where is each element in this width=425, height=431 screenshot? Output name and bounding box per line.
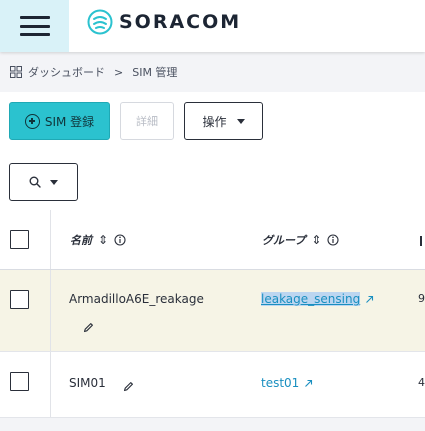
column-group-label: グループ (262, 234, 306, 247)
sim-register-button[interactable]: SIM 登録 (9, 102, 110, 140)
external-link-icon (366, 295, 374, 303)
edit-name-button[interactable] (123, 377, 134, 396)
group-link[interactable]: test01 (261, 376, 313, 390)
table-row[interactable]: ArmadilloA6E_reakage leakage_sensing 9 (0, 270, 425, 352)
group-link-text[interactable]: test01 (261, 376, 299, 390)
column-header-group[interactable]: グループ ⇕ (262, 232, 339, 248)
logo[interactable]: SORACOM (87, 9, 241, 35)
pencil-icon (123, 382, 133, 392)
edit-name-button[interactable] (83, 318, 94, 337)
sort-icon[interactable]: ⇕ (311, 233, 321, 247)
detail-button[interactable]: 詳細 (120, 102, 174, 140)
row-check-cell (0, 270, 51, 351)
chevron-down-icon (236, 118, 245, 124)
pencil-icon (83, 323, 93, 333)
select-all-checkbox[interactable] (10, 230, 29, 249)
menu-button[interactable] (0, 0, 69, 52)
row-checkbox[interactable] (10, 372, 29, 391)
header-check-cell (0, 210, 51, 269)
table-header-row: 名前 ⇕ グループ ⇕ (0, 210, 425, 270)
sim-register-label: SIM 登録 (44, 114, 95, 129)
column-header-truncated (420, 236, 422, 246)
chevron-down-icon (50, 179, 58, 185)
info-icon[interactable] (114, 234, 126, 246)
group-link[interactable]: leakage_sensing (261, 292, 374, 306)
detail-label: 詳細 (136, 115, 158, 128)
search-dropdown-button[interactable] (9, 163, 78, 201)
column-name-label: 名前 (70, 234, 92, 247)
row-checkbox[interactable] (10, 290, 29, 309)
group-link-text[interactable]: leakage_sensing (261, 292, 361, 306)
soracom-logo-icon (87, 9, 113, 35)
search-icon (29, 176, 41, 188)
action-dropdown-button[interactable]: 操作 (184, 102, 263, 140)
info-icon[interactable] (327, 234, 339, 246)
column-header-name[interactable]: 名前 ⇕ (70, 232, 126, 248)
action-label: 操作 (202, 114, 227, 129)
top-bar: SORACOM (0, 0, 425, 52)
breadcrumb: ダッシュボード > SIM 管理 (10, 64, 177, 80)
dashboard-icon (10, 66, 22, 78)
sort-icon[interactable]: ⇕ (98, 233, 108, 247)
brand-name: SORACOM (119, 11, 242, 33)
sim-name: SIM01 (69, 376, 106, 390)
sim-table: 名前 ⇕ グループ ⇕ ArmadilloA6E_reakage leakage… (0, 210, 425, 418)
external-link-icon (305, 379, 313, 387)
table-row[interactable]: SIM01 test01 4 (0, 352, 425, 418)
toolbar: SIM 登録 詳細 操作 (0, 92, 425, 210)
truncated-cell: 4 (418, 376, 425, 389)
sim-name: ArmadilloA6E_reakage (69, 292, 204, 306)
add-circle-icon (24, 113, 40, 129)
breadcrumb-dashboard-link[interactable]: ダッシュボード (28, 64, 105, 80)
row-check-cell (0, 352, 51, 417)
breadcrumb-separator: > (114, 65, 124, 79)
breadcrumb-current: SIM 管理 (132, 66, 178, 79)
truncated-cell: 9 (418, 292, 425, 305)
hamburger-icon (19, 16, 50, 36)
